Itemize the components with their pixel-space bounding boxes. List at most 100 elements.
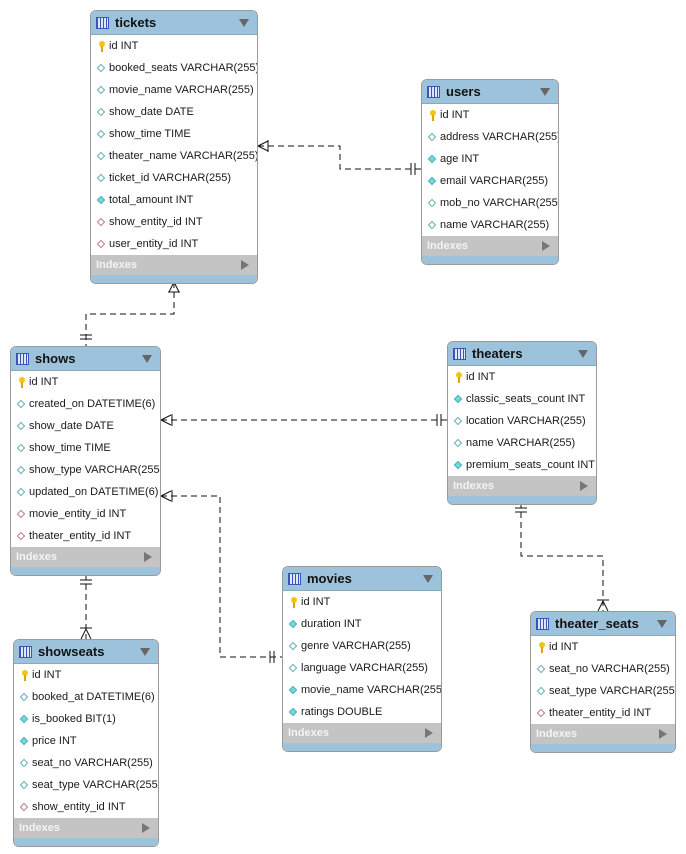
column-row[interactable]: theater_entity_id INT	[531, 702, 675, 724]
indexes-section[interactable]: Indexes	[11, 547, 160, 567]
column-row[interactable]: classic_seats_count INT	[448, 388, 596, 410]
column-row[interactable]: location VARCHAR(255)	[448, 410, 596, 432]
indexes-section[interactable]: Indexes	[91, 255, 257, 275]
column-row[interactable]: user_entity_id INT	[91, 233, 257, 255]
column-row[interactable]: is_booked BIT(1)	[14, 708, 158, 730]
column-row[interactable]: seat_no VARCHAR(255)	[531, 658, 675, 680]
column-label: id INT	[32, 669, 62, 681]
table-footer	[14, 838, 158, 846]
column-row[interactable]: seat_type VARCHAR(255)	[531, 680, 675, 702]
column-row[interactable]: show_date DATE	[91, 101, 257, 123]
column-row[interactable]: seat_no VARCHAR(255)	[14, 752, 158, 774]
column-row[interactable]: age INT	[422, 148, 558, 170]
table-theater_seats[interactable]: theater_seats id INT seat_no VARCHAR(255)…	[530, 611, 676, 753]
column-row[interactable]: show_entity_id INT	[14, 796, 158, 818]
column-row[interactable]: created_on DATETIME(6)	[11, 393, 160, 415]
indexes-section[interactable]: Indexes	[14, 818, 158, 838]
column-row[interactable]: show_time TIME	[91, 123, 257, 145]
column-row[interactable]: show_entity_id INT	[91, 211, 257, 233]
nullable-diamond-icon	[426, 131, 438, 143]
table-header[interactable]: movies	[283, 567, 441, 591]
column-row[interactable]: booked_seats VARCHAR(255)	[91, 57, 257, 79]
column-row[interactable]: theater_name VARCHAR(255)	[91, 145, 257, 167]
column-row[interactable]: id INT	[531, 636, 675, 658]
column-label: ratings DOUBLE	[301, 706, 383, 718]
column-row[interactable]: theater_entity_id INT	[11, 525, 160, 547]
column-row[interactable]: id INT	[283, 591, 441, 613]
table-users[interactable]: users id INT address VARCHAR(255) age INT e…	[421, 79, 559, 265]
table-header[interactable]: theater_seats	[531, 612, 675, 636]
column-row[interactable]: show_type VARCHAR(255)	[11, 459, 160, 481]
column-row[interactable]: id INT	[422, 104, 558, 126]
column-row[interactable]: ratings DOUBLE	[283, 701, 441, 723]
column-row[interactable]: movie_entity_id INT	[11, 503, 160, 525]
collapse-caret-icon[interactable]	[239, 19, 249, 27]
collapse-caret-icon[interactable]	[578, 350, 588, 358]
column-label: mob_no VARCHAR(255)	[440, 197, 559, 209]
column-row[interactable]: show_date DATE	[11, 415, 160, 437]
column-label: created_on DATETIME(6)	[29, 398, 156, 410]
table-header[interactable]: shows	[11, 347, 160, 371]
table-theaters[interactable]: theaters id INT classic_seats_count INT lo…	[447, 341, 597, 505]
table-movies[interactable]: movies id INT duration INT genre VARCHAR(2…	[282, 566, 442, 752]
column-label: id INT	[29, 376, 59, 388]
column-row[interactable]: show_time TIME	[11, 437, 160, 459]
column-row[interactable]: id INT	[11, 371, 160, 393]
column-row[interactable]: total_amount INT	[91, 189, 257, 211]
expand-arrow-icon[interactable]	[144, 552, 152, 562]
table-showseats[interactable]: showseats id INT booked_at DATETIME(6) is_…	[13, 639, 159, 847]
column-row[interactable]: premium_seats_count INT	[448, 454, 596, 476]
indexes-section[interactable]: Indexes	[422, 236, 558, 256]
indexes-section[interactable]: Indexes	[531, 724, 675, 744]
column-row[interactable]: address VARCHAR(255)	[422, 126, 558, 148]
column-row[interactable]: price INT	[14, 730, 158, 752]
indexes-label: Indexes	[16, 551, 57, 563]
column-row[interactable]: ticket_id VARCHAR(255)	[91, 167, 257, 189]
collapse-caret-icon[interactable]	[142, 355, 152, 363]
foreign-key-diamond-icon	[95, 216, 107, 228]
indexes-label: Indexes	[288, 727, 329, 739]
expand-arrow-icon[interactable]	[241, 260, 249, 270]
table-footer	[11, 567, 160, 575]
column-row[interactable]: name VARCHAR(255)	[422, 214, 558, 236]
column-row[interactable]: id INT	[14, 664, 158, 686]
table-header[interactable]: tickets	[91, 11, 257, 35]
collapse-caret-icon[interactable]	[540, 88, 550, 96]
column-row[interactable]: updated_on DATETIME(6)	[11, 481, 160, 503]
table-shows[interactable]: shows id INT created_on DATETIME(6) show_d…	[10, 346, 161, 576]
column-row[interactable]: email VARCHAR(255)	[422, 170, 558, 192]
collapse-caret-icon[interactable]	[423, 575, 433, 583]
column-label: user_entity_id INT	[109, 238, 199, 250]
indexes-section[interactable]: Indexes	[283, 723, 441, 743]
expand-arrow-icon[interactable]	[580, 481, 588, 491]
indexes-section[interactable]: Indexes	[448, 476, 596, 496]
column-row[interactable]: movie_name VARCHAR(255)	[283, 679, 441, 701]
column-label: show_time TIME	[29, 442, 111, 454]
column-row[interactable]: id INT	[91, 35, 257, 57]
table-header[interactable]: showseats	[14, 640, 158, 664]
column-row[interactable]: mob_no VARCHAR(255)	[422, 192, 558, 214]
column-row[interactable]: seat_type VARCHAR(255)	[14, 774, 158, 796]
column-row[interactable]: id INT	[448, 366, 596, 388]
primary-key-icon	[287, 596, 299, 608]
column-label: show_time TIME	[109, 128, 191, 140]
table-header[interactable]: users	[422, 80, 558, 104]
column-row[interactable]: movie_name VARCHAR(255)	[91, 79, 257, 101]
expand-arrow-icon[interactable]	[542, 241, 550, 251]
column-row[interactable]: genre VARCHAR(255)	[283, 635, 441, 657]
collapse-caret-icon[interactable]	[140, 648, 150, 656]
table-header[interactable]: theaters	[448, 342, 596, 366]
expand-arrow-icon[interactable]	[425, 728, 433, 738]
expand-arrow-icon[interactable]	[659, 729, 667, 739]
column-row[interactable]: booked_at DATETIME(6)	[14, 686, 158, 708]
column-label: classic_seats_count INT	[466, 393, 586, 405]
column-row[interactable]: language VARCHAR(255)	[283, 657, 441, 679]
expand-arrow-icon[interactable]	[142, 823, 150, 833]
column-row[interactable]: name VARCHAR(255)	[448, 432, 596, 454]
table-icon	[16, 352, 29, 365]
column-row[interactable]: duration INT	[283, 613, 441, 635]
table-tickets[interactable]: tickets id INT booked_seats VARCHAR(255) m…	[90, 10, 258, 284]
primary-key-icon	[452, 371, 464, 383]
column-label: total_amount INT	[109, 194, 194, 206]
collapse-caret-icon[interactable]	[657, 620, 667, 628]
